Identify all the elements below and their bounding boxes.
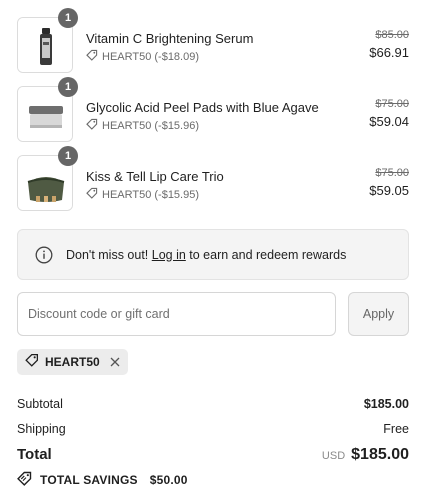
tag-icon	[17, 471, 32, 489]
discount-code-label: HEART50	[45, 355, 100, 369]
item-price: $66.91	[369, 45, 409, 60]
notice-prefix: Don't miss out!	[66, 247, 152, 262]
subtotal-row: Subtotal $185.00	[17, 397, 409, 411]
quantity-badge: 1	[58, 77, 78, 97]
product-name: Kiss & Tell Lip Care Trio	[86, 169, 224, 184]
discount-line: HEART50 (-$15.96)	[86, 118, 199, 133]
product-name: Glycolic Acid Peel Pads with Blue Agave	[86, 100, 319, 115]
discount-code-input[interactable]	[17, 292, 336, 336]
line-item: 1 Glycolic Acid Peel Pads with Blue Agav…	[17, 77, 409, 142]
discount-text: HEART50 (-$18.09)	[102, 50, 200, 63]
login-link[interactable]: Log in	[152, 248, 186, 262]
item-price: $59.04	[369, 114, 409, 129]
line-item: 1 Vitamin C Brightening Serum HEART50 (-…	[17, 8, 409, 73]
discount-line: HEART50 (-$18.09)	[86, 49, 199, 64]
tag-icon	[86, 187, 98, 202]
quantity-badge: 1	[58, 8, 78, 28]
total-savings: TOTAL SAVINGS $50.00	[17, 471, 188, 489]
total-row: Total USD $185.00	[17, 446, 409, 463]
shipping-value: Free	[383, 422, 409, 436]
product-name: Vitamin C Brightening Serum	[86, 31, 254, 46]
total-amount: USD $185.00	[322, 446, 409, 464]
total-value: $185.00	[351, 446, 409, 463]
original-price: $75.00	[375, 167, 409, 179]
tag-icon	[86, 49, 98, 64]
currency-code: USD	[321, 450, 346, 462]
quantity-badge: 1	[58, 146, 78, 166]
apply-button[interactable]: Apply	[348, 292, 409, 336]
discount-line: HEART50 (-$15.95)	[86, 187, 199, 202]
original-price: $75.00	[375, 98, 409, 110]
discount-text: HEART50 (-$15.96)	[102, 119, 200, 132]
shipping-label: Shipping	[17, 422, 66, 436]
tag-icon	[86, 118, 98, 133]
savings-label: TOTAL SAVINGS	[40, 473, 138, 487]
info-icon	[35, 246, 53, 264]
subtotal-label: Subtotal	[17, 397, 63, 411]
line-item: 1 Kiss & Tell Lip Care Trio HEART50 (-$1…	[17, 146, 409, 211]
original-price: $85.00	[375, 29, 409, 41]
notice-text: Don't miss out! Log in to earn and redee…	[66, 248, 346, 262]
tag-icon	[25, 353, 39, 372]
subtotal-value: $185.00	[363, 397, 409, 411]
item-price: $59.05	[369, 183, 409, 198]
savings-value: $50.00	[149, 473, 188, 487]
rewards-notice: Don't miss out! Log in to earn and redee…	[17, 229, 409, 280]
notice-suffix: to earn and redeem rewards	[185, 247, 347, 262]
shipping-row: Shipping Free	[17, 422, 409, 436]
applied-discount-chip: HEART50	[17, 349, 128, 375]
total-label: Total	[17, 446, 52, 463]
discount-text: HEART50 (-$15.95)	[102, 188, 200, 201]
close-icon[interactable]	[110, 355, 120, 369]
